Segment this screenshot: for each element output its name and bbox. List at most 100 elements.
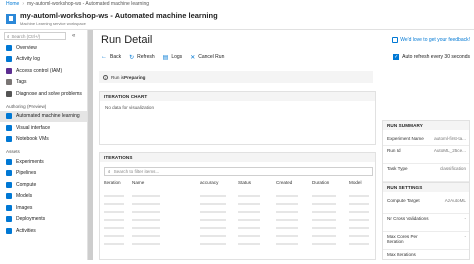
- skeleton-cell: [349, 203, 369, 205]
- skeleton-cell: [104, 219, 124, 221]
- skeleton-cell: [132, 203, 160, 205]
- skeleton-row: [100, 219, 378, 221]
- iteration-chart-empty: No data for visualization: [105, 105, 155, 110]
- experiments-icon: [6, 158, 12, 165]
- skeleton-cell: [349, 243, 369, 245]
- page-subtitle: Machine Learning service workspace: [20, 21, 86, 26]
- skeleton-cell: [238, 219, 260, 221]
- skeleton-cell: [349, 227, 369, 229]
- skeleton-cell: [104, 227, 124, 229]
- back-button[interactable]: ← Back: [101, 54, 121, 60]
- sidebar-item-diagnose[interactable]: Diagnose and solve problems: [0, 88, 87, 100]
- sidebar-item-deployments[interactable]: Deployments: [0, 214, 87, 226]
- skeleton-cell: [349, 195, 369, 197]
- feedback-link[interactable]: We'd love to get your feedback!: [392, 37, 470, 43]
- skeleton-cell: [200, 227, 226, 229]
- skeleton-cell: [312, 227, 336, 229]
- column-model[interactable]: Model: [349, 180, 362, 185]
- cancel-run-button[interactable]: ✕ Cancel Run: [190, 54, 224, 61]
- models-icon: [6, 193, 12, 200]
- iterations-table-header: Iteration Name accuracy Status Created D…: [104, 180, 373, 188]
- visual-interface-icon: [6, 124, 12, 131]
- refresh-button[interactable]: ↻ Refresh: [129, 54, 155, 61]
- skeleton-cell: [132, 195, 160, 197]
- skeleton-cell: [276, 219, 298, 221]
- arrow-left-icon: ←: [101, 54, 107, 60]
- skeleton-row: [100, 203, 378, 205]
- skeleton-cell: [104, 235, 124, 237]
- tag-icon: [6, 79, 12, 86]
- iterations-panel: ITERATIONS ⌕ Search to filter items... I…: [99, 152, 376, 260]
- info-icon: i: [103, 74, 108, 80]
- skeleton-cell: [238, 227, 260, 229]
- sidebar-item-experiments[interactable]: Experiments: [0, 156, 87, 168]
- skeleton-cell: [312, 195, 336, 197]
- skeleton-cell: [276, 195, 298, 197]
- summary-row-task-type: Task Type classification: [383, 164, 469, 182]
- sidebar-item-models[interactable]: Models: [0, 191, 87, 203]
- iam-icon: [6, 67, 12, 74]
- breadcrumb-workspace[interactable]: my-automl-workshop-ws - Automated machin…: [27, 1, 149, 7]
- iterations-filter-input[interactable]: ⌕ Search to filter items...: [104, 167, 373, 176]
- sidebar-item-iam[interactable]: Access control (IAM): [0, 65, 87, 77]
- sidebar-item-visual-interface[interactable]: Visual interface: [0, 122, 87, 134]
- sidebar-item-notebook-vms[interactable]: Notebook VMs: [0, 134, 87, 146]
- skeleton-cell: [104, 203, 124, 205]
- sidebar-item-images[interactable]: Images: [0, 202, 87, 214]
- column-iteration[interactable]: Iteration: [104, 180, 121, 185]
- sidebar-item-compute[interactable]: Compute: [0, 179, 87, 191]
- run-status-value: Preparing: [124, 74, 146, 80]
- skeleton-cell: [238, 243, 260, 245]
- column-accuracy[interactable]: accuracy: [200, 180, 218, 185]
- skeleton-cell: [276, 235, 298, 237]
- sidebar: ⌕ Search (Ctrl+/) « Overview Activity lo…: [0, 30, 88, 260]
- breadcrumb-home[interactable]: Home: [6, 1, 19, 7]
- skeleton-cell: [276, 243, 298, 245]
- skeleton-cell: [276, 227, 298, 229]
- skeleton-cell: [312, 243, 336, 245]
- column-duration[interactable]: Duration: [312, 180, 329, 185]
- skeleton-cell: [312, 235, 336, 237]
- skeleton-cell: [132, 243, 160, 245]
- compute-icon: [6, 181, 12, 188]
- run-detail-panel: Run Detail We'd love to get your feedbac…: [93, 30, 474, 260]
- settings-row-max-cores: Max Cores Per Iteration -: [383, 232, 469, 250]
- toolbar: ← Back ↻ Refresh ▤ Logs ✕ Cancel Run: [101, 52, 232, 62]
- document-icon: ▤: [162, 54, 169, 61]
- column-created[interactable]: Created: [276, 180, 292, 185]
- sidebar-item-pipelines[interactable]: Pipelines: [0, 168, 87, 180]
- skeleton-row: [100, 211, 378, 213]
- logs-button[interactable]: ▤ Logs: [163, 54, 183, 61]
- search-icon: ⌕: [108, 169, 111, 174]
- skeleton-cell: [200, 243, 226, 245]
- skeleton-cell: [312, 211, 336, 213]
- run-status-banner: i Run is Preparing: [99, 71, 373, 83]
- column-name[interactable]: Name: [132, 180, 144, 185]
- auto-refresh-checkbox[interactable]: ✓ Auto refresh every 30 seconds: [393, 52, 470, 62]
- sidebar-search-input[interactable]: ⌕ Search (Ctrl+/): [4, 32, 66, 40]
- sidebar-item-automated-ml[interactable]: Automated machine learning: [0, 110, 87, 122]
- run-settings-panel: RUN SETTINGS Compute Target AzAutoML Nr …: [382, 182, 470, 260]
- settings-row-max-iterations: Max Iterations: [387, 252, 416, 257]
- column-status[interactable]: Status: [238, 180, 251, 185]
- summary-row-experiment: Experiment Name automl-first-ta...: [383, 134, 469, 146]
- search-icon: ⌕: [7, 33, 10, 39]
- sidebar-item-activity-log[interactable]: Activity log: [0, 54, 87, 66]
- skeleton-cell: [276, 211, 298, 213]
- skeleton-cell: [349, 219, 369, 221]
- run-summary-header: RUN SUMMARY: [383, 121, 469, 130]
- sidebar-item-activities[interactable]: Activities: [0, 225, 87, 237]
- settings-row-compute-target: Compute Target AzAutoML: [383, 196, 469, 214]
- collapse-sidebar-button[interactable]: «: [72, 33, 75, 39]
- deployments-icon: [6, 216, 12, 223]
- sidebar-item-overview[interactable]: Overview: [0, 42, 87, 54]
- skeleton-cell: [200, 235, 226, 237]
- skeleton-cell: [132, 219, 160, 221]
- skeleton-row: [100, 243, 378, 245]
- notebook-icon: [6, 136, 12, 143]
- sidebar-item-tags[interactable]: Tags: [0, 77, 87, 89]
- wrench-icon: [6, 90, 12, 97]
- run-settings-header: RUN SETTINGS: [383, 183, 469, 192]
- skeleton-row: [100, 195, 378, 197]
- pipelines-icon: [6, 170, 12, 177]
